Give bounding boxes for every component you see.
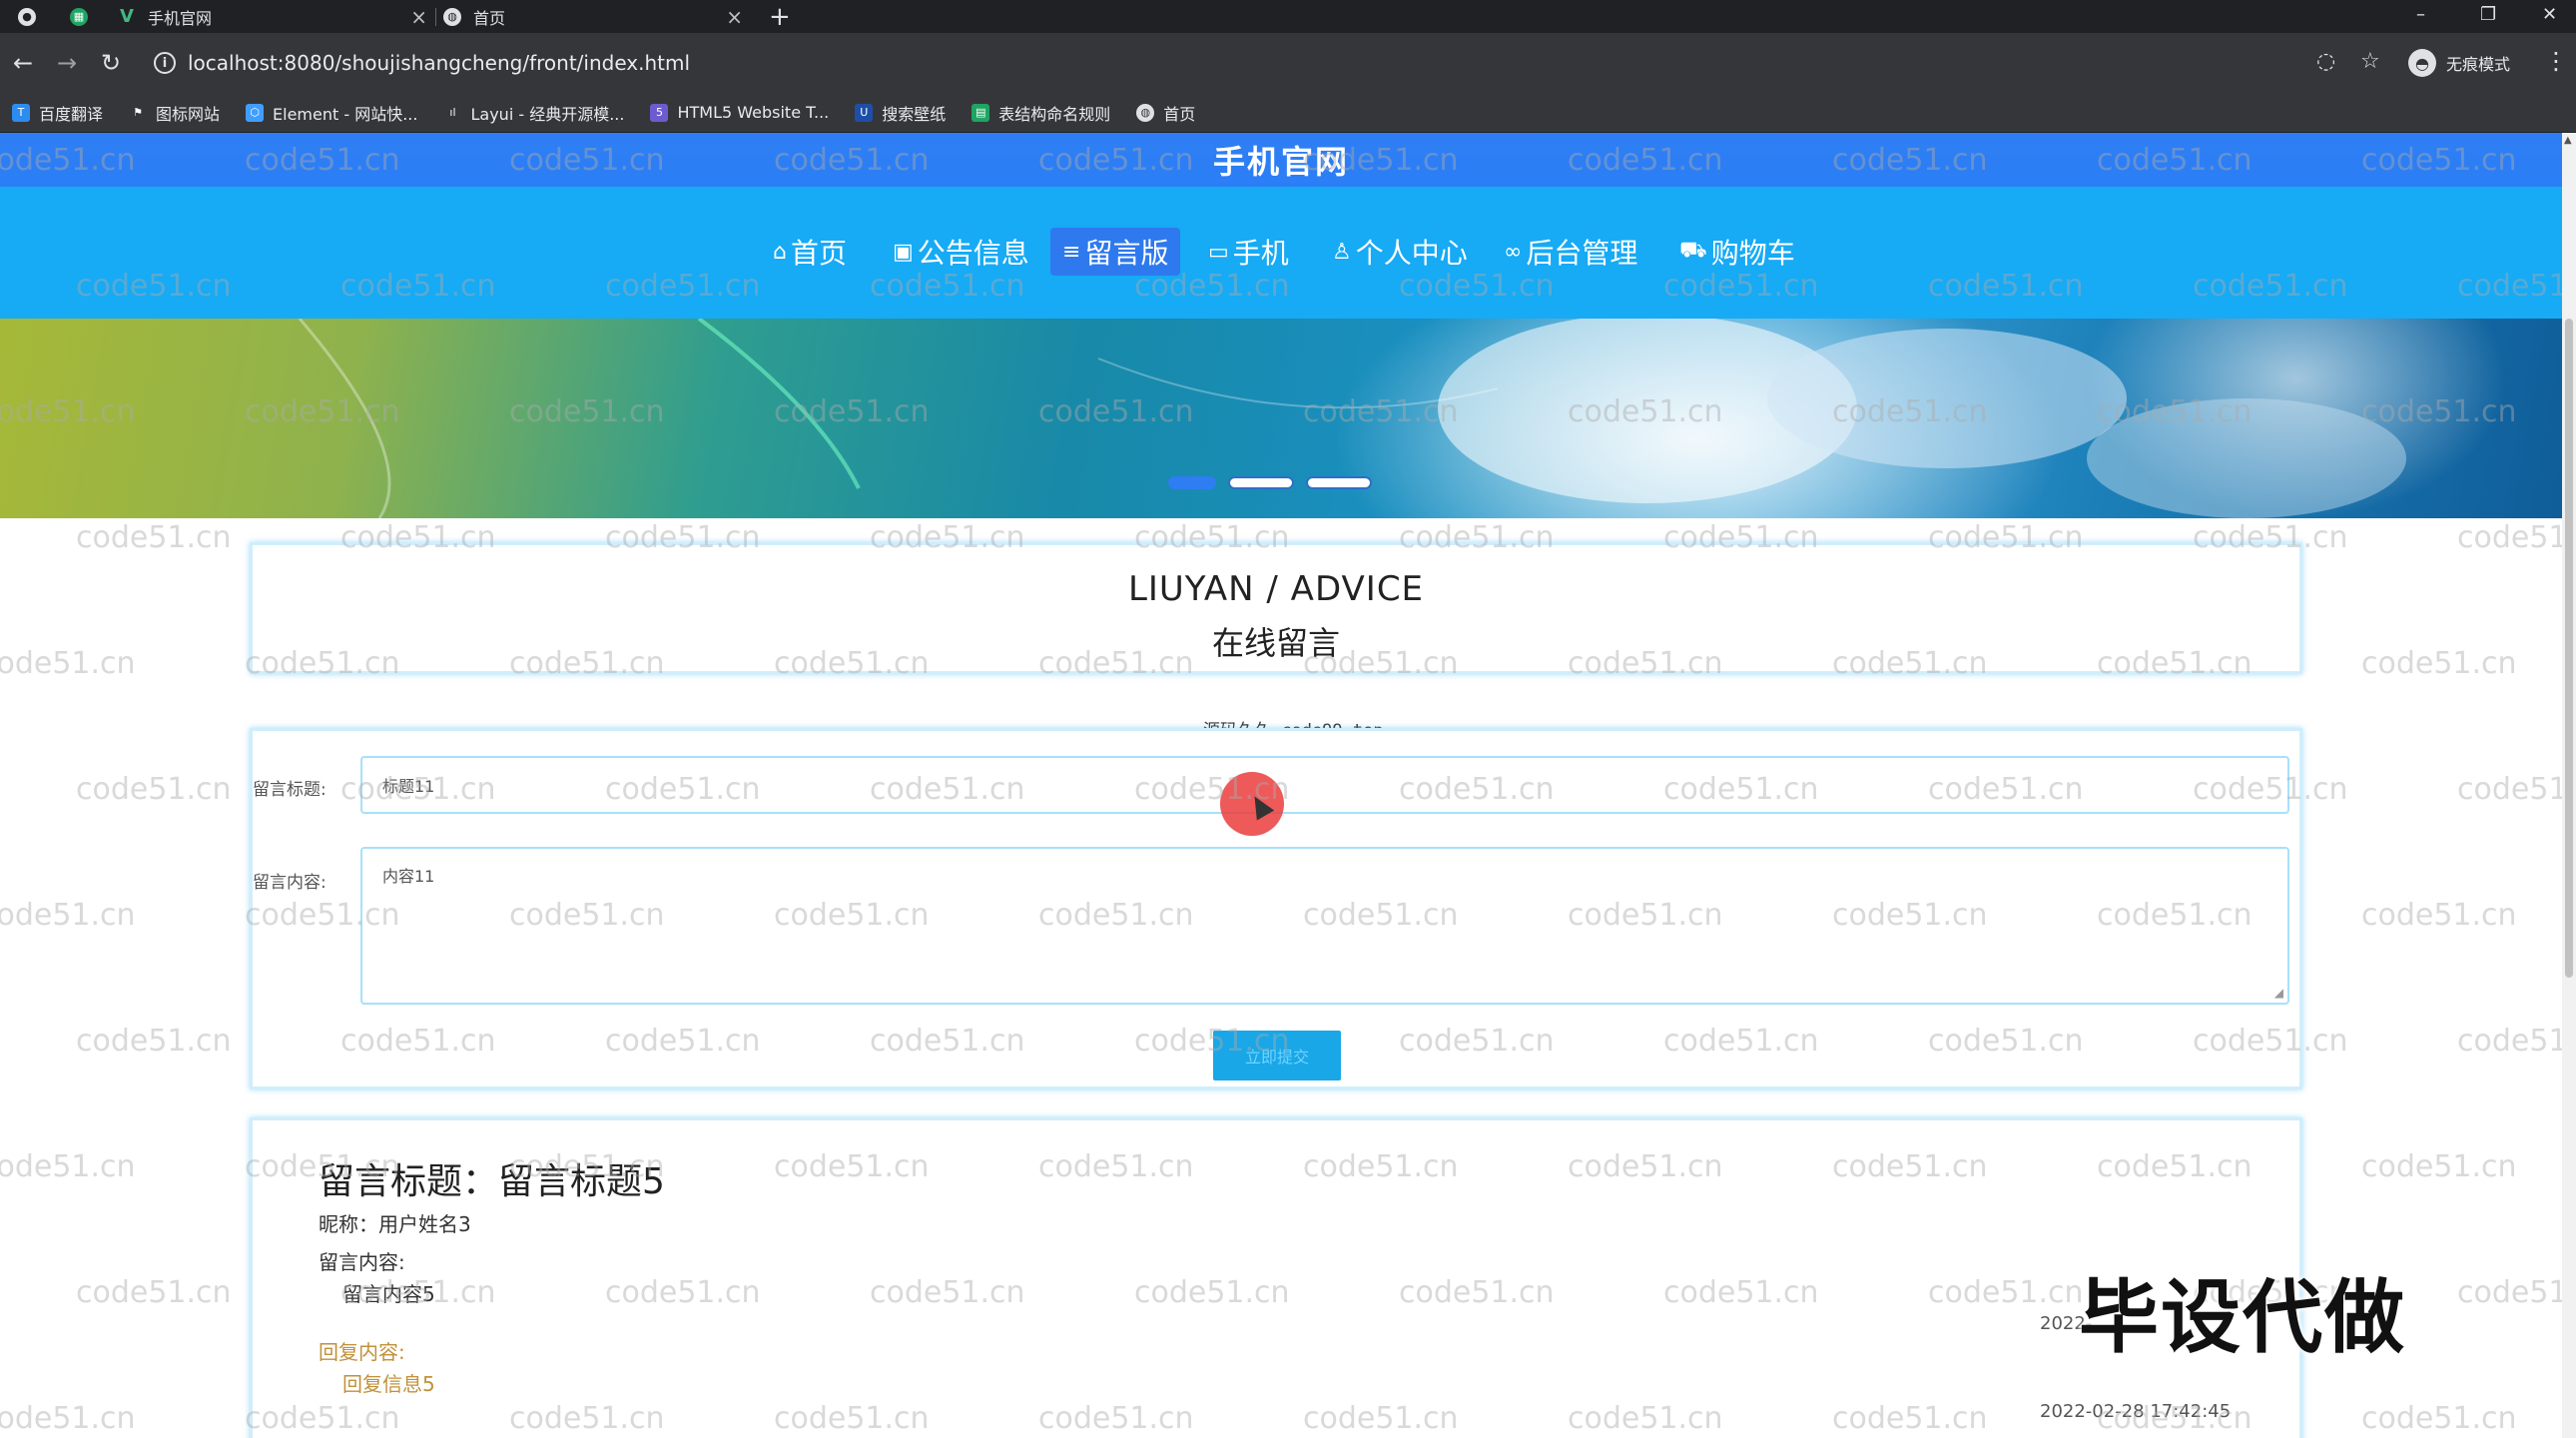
nav-user-center[interactable]: ♙ 个人中心	[1320, 228, 1480, 276]
notice-icon: ▣	[893, 239, 914, 265]
message-content: 留言内容5	[342, 1282, 435, 1306]
more-menu-icon[interactable]: ⋮	[2544, 47, 2568, 75]
message-title: 留言标题：留言标题5	[319, 1161, 665, 1202]
minimize-icon[interactable]: –	[2416, 0, 2425, 28]
browser-tab-bar: ● ▦ V 手机官网 × ◍ 首页 × + – ❐ ✕	[0, 0, 2576, 33]
message-content-label: 留言内容:	[319, 1250, 405, 1274]
bookmark-item[interactable]: ⚑ 图标网站	[129, 101, 220, 125]
bookmark-item[interactable]: ▤ 表结构命名规则	[971, 101, 1110, 125]
content-textarea[interactable]: 内容11 ◢	[360, 847, 2289, 1005]
bookmark-item[interactable]: ◍ 首页	[1136, 101, 1195, 125]
new-tab-icon[interactable]: +	[769, 2, 791, 32]
submit-button[interactable]: 立即提交	[1213, 1031, 1341, 1080]
carousel-dot[interactable]	[1306, 476, 1372, 489]
user-icon: ♙	[1332, 239, 1352, 265]
close-tab-icon[interactable]: ×	[726, 5, 743, 29]
bookmark-item[interactable]: ıl Layui - 经典开源模...	[443, 101, 624, 125]
cart-icon: ⛟	[1679, 238, 1707, 263]
title-input[interactable]: 标题11	[360, 756, 2289, 814]
restore-icon[interactable]: ❐	[2480, 0, 2496, 28]
overlay-stamp: 毕设代做	[2079, 1271, 2406, 1364]
reload-icon[interactable]: ↻	[96, 49, 126, 77]
site-title: 手机官网	[1212, 143, 1349, 181]
site-header: 手机官网	[0, 133, 2562, 187]
globe-icon: ◍	[443, 7, 461, 26]
carousel-indicators	[1168, 476, 1372, 489]
bookmark-item[interactable]: 5 HTML5 Website T...	[650, 103, 829, 122]
html5-icon: 5	[650, 103, 669, 122]
nav-admin[interactable]: ∞ 后台管理	[1492, 228, 1649, 276]
section-title-en: LIUYAN / ADVICE	[1127, 569, 1425, 609]
tab-title: 首页	[473, 8, 506, 28]
sheet-app-icon[interactable]: ▦	[70, 0, 94, 33]
browser-tab-1[interactable]: V 手机官网 ×	[118, 0, 427, 33]
reply-time: 2022-02-28 17:42:45	[2040, 1401, 2232, 1422]
url-text: localhost:8080/shoujishangcheng/front/in…	[188, 51, 691, 75]
translate-icon: T	[12, 103, 30, 122]
title-label: 留言标题:	[253, 780, 326, 800]
browser-toolbar: ← → ↻ i localhost:8080/shoujishangcheng/…	[0, 33, 2576, 93]
bookmarks-bar: T 百度翻译 ⚑ 图标网站 ⬡ Element - 网站快... ıl Layui - …	[0, 93, 2576, 133]
bookmark-item[interactable]: U 搜索壁纸	[855, 101, 946, 125]
star-icon[interactable]: ☆	[2360, 49, 2380, 74]
nav-message-board[interactable]: ≡ 留言版	[1050, 228, 1181, 276]
tab-separator	[435, 8, 436, 26]
content-label: 留言内容:	[253, 873, 326, 893]
carousel-dot[interactable]	[1168, 476, 1216, 489]
carousel-dot[interactable]	[1228, 476, 1294, 489]
close-tab-icon[interactable]: ×	[410, 5, 427, 29]
vue-icon: V	[120, 6, 134, 27]
incognito-profile[interactable]: ◓ 无痕模式	[2408, 43, 2510, 83]
incognito-icon: ◓	[2408, 49, 2436, 77]
reply-content: 回复信息5	[342, 1372, 435, 1396]
address-bar[interactable]: i localhost:8080/shoujishangcheng/front/…	[138, 41, 2294, 85]
browser-tab-2[interactable]: ◍ 首页 ×	[443, 0, 743, 33]
scrollbar-thumb[interactable]	[2565, 319, 2573, 978]
eye-off-icon[interactable]: ◌	[2316, 49, 2335, 74]
nav-notice[interactable]: ▣ 公告信息	[881, 228, 1041, 276]
forward-icon[interactable]: →	[52, 49, 82, 77]
flag-icon: ⚑	[133, 106, 143, 119]
home-icon: ⌂	[773, 239, 787, 265]
element-icon: ⬡	[246, 103, 265, 122]
bookmark-item[interactable]: T 百度翻译	[12, 101, 103, 125]
reply-label: 回复内容:	[319, 1340, 405, 1364]
section-heading-card: LIUYAN / ADVICE 在线留言	[250, 542, 2302, 674]
resize-handle-icon[interactable]: ◢	[2274, 986, 2283, 1000]
phone-icon: ▭	[1208, 239, 1229, 265]
title-input-value: 标题11	[382, 777, 435, 796]
section-title-cn: 在线留言	[1211, 624, 1340, 662]
main-nav: ⌂ 首页 ▣ 公告信息 ≡ 留言版 ▭ 手机 ♙ 个人中心 ∞ 后台管理 ⛟ 购物车	[0, 187, 2562, 319]
wallpaper-icon: U	[855, 103, 874, 122]
profile-label: 无痕模式	[2446, 55, 2511, 74]
bookmark-item[interactable]: ⬡ Element - 网站快...	[246, 101, 417, 125]
close-window-icon[interactable]: ✕	[2542, 0, 2557, 28]
page-scrollbar[interactable]: ▲	[2562, 133, 2576, 1438]
content-textarea-value: 内容11	[382, 867, 435, 886]
link-icon: ∞	[1504, 239, 1523, 265]
sheet-icon: ▤	[971, 103, 990, 122]
site-info-icon[interactable]: i	[154, 52, 176, 74]
nav-cart[interactable]: ⛟ 购物车	[1667, 228, 1807, 276]
nav-phones[interactable]: ▭ 手机	[1196, 228, 1301, 276]
tab-title: 手机官网	[148, 8, 213, 28]
web-page: 手机官网 ⌂ 首页 ▣ 公告信息 ≡ 留言版 ▭ 手机 ♙ 个人中心 ∞ 后台管理 ⛟ 购物车…	[0, 133, 2562, 1438]
banner-carousel[interactable]	[0, 319, 2562, 518]
globe-icon: ◍	[1136, 103, 1155, 122]
menu-icon: ≡	[1062, 239, 1081, 265]
nav-home[interactable]: ⌂ 首页	[761, 228, 859, 276]
message-nickname: 昵称：用户姓名3	[319, 1212, 471, 1236]
back-icon[interactable]: ←	[8, 49, 38, 77]
chrome-menu-icon[interactable]: ●	[18, 0, 42, 33]
layui-icon: ıl	[449, 106, 456, 119]
message-item: 留言标题：留言标题5 昵称：用户姓名3 留言内容: 留言内容5 回复内容: 回复…	[250, 1117, 2302, 1438]
scroll-up-icon[interactable]: ▲	[2564, 135, 2572, 146]
